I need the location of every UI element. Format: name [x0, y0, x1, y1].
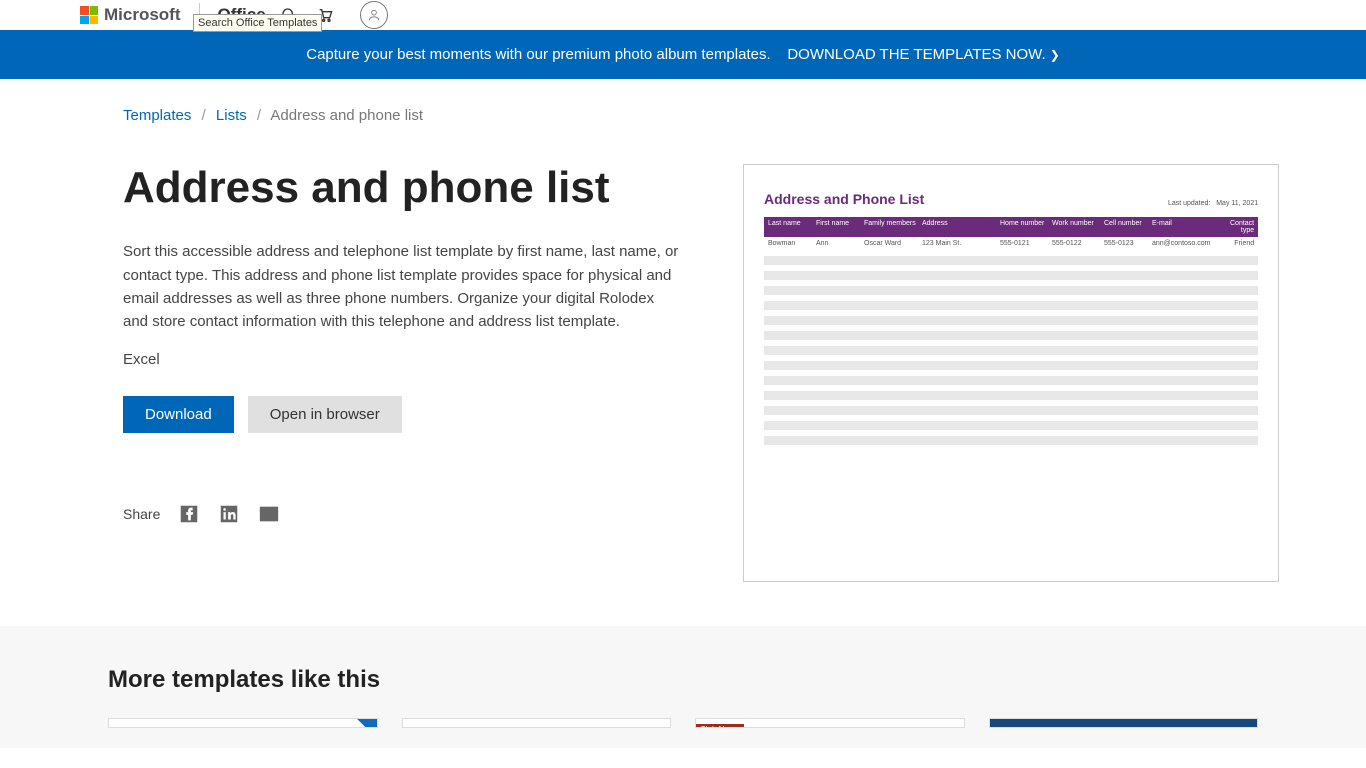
preview-data-row: Bowman Ann Oscar Ward 123 Main St. 555-0… — [764, 237, 1258, 250]
preview-empty-row — [764, 361, 1258, 370]
preview-empty-row — [764, 331, 1258, 340]
linkedin-icon[interactable] — [218, 503, 240, 525]
microsoft-logo-text: Microsoft — [104, 5, 181, 25]
microsoft-logo-icon — [80, 6, 98, 24]
preview-empty-row — [764, 286, 1258, 295]
related-template-card[interactable] — [402, 718, 672, 728]
breadcrumb-current: Address and phone list — [270, 107, 423, 124]
preview-empty-row — [764, 376, 1258, 385]
preview-empty-row — [764, 316, 1258, 325]
banner-cta-link[interactable]: DOWNLOAD THE TEMPLATES NOW. ❯ — [787, 46, 1059, 63]
facebook-icon[interactable] — [178, 503, 200, 525]
preview-empty-row — [764, 436, 1258, 445]
download-button[interactable]: Download — [123, 396, 234, 433]
preview-empty-row — [764, 256, 1258, 265]
user-icon[interactable] — [360, 1, 388, 29]
more-templates-section: More templates like this Club Name — [0, 626, 1366, 748]
preview-empty-row — [764, 346, 1258, 355]
related-template-card[interactable] — [108, 718, 378, 728]
breadcrumb-separator: / — [257, 107, 261, 124]
banner-cta-text: DOWNLOAD THE TEMPLATES NOW. — [787, 46, 1045, 63]
chevron-right-icon: ❯ — [1050, 48, 1060, 62]
preview-title: Address and Phone List — [764, 191, 924, 207]
preview-empty-row — [764, 391, 1258, 400]
mail-icon[interactable] — [258, 503, 280, 525]
preview-empty-row — [764, 271, 1258, 280]
related-template-card[interactable] — [989, 718, 1259, 728]
share-label: Share — [123, 506, 160, 522]
preview-empty-row — [764, 406, 1258, 415]
promo-banner: Capture your best moments with our premi… — [0, 30, 1366, 79]
more-templates-title: More templates like this — [108, 666, 1258, 694]
breadcrumb: Templates / Lists / Address and phone li… — [123, 79, 1243, 124]
app-label: Excel — [123, 351, 683, 368]
preview-empty-row — [764, 421, 1258, 430]
card-club-label: Club Name — [696, 724, 744, 728]
related-template-card[interactable]: Club Name — [695, 718, 965, 728]
breadcrumb-lists[interactable]: Lists — [216, 107, 247, 124]
top-nav: Microsoft Office Search Office Templates — [0, 0, 1366, 30]
page-title: Address and phone list — [123, 164, 683, 212]
breadcrumb-templates[interactable]: Templates — [123, 107, 191, 124]
page-description: Sort this accessible address and telepho… — [123, 240, 683, 333]
breadcrumb-separator: / — [202, 107, 206, 124]
preview-updated: Last updated: May 11, 2021 — [1168, 200, 1258, 207]
template-preview: Address and Phone List Last updated: May… — [743, 164, 1279, 582]
preview-empty-row — [764, 301, 1258, 310]
microsoft-logo[interactable]: Microsoft — [80, 5, 181, 25]
banner-text: Capture your best moments with our premi… — [306, 46, 770, 63]
search-tooltip: Search Office Templates — [193, 14, 322, 32]
preview-header-row: Last name First name Family members Addr… — [764, 217, 1258, 237]
open-in-browser-button[interactable]: Open in browser — [248, 396, 402, 433]
